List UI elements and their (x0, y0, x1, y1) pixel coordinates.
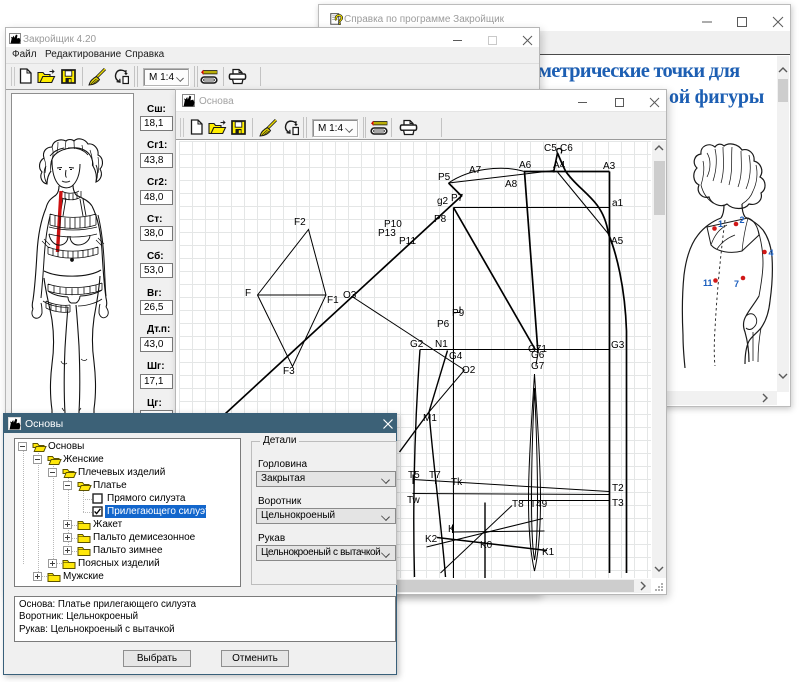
svg-text:T49: T49 (530, 499, 548, 510)
svg-text:M1: M1 (423, 413, 437, 424)
svg-text:Tw: Tw (407, 495, 421, 506)
svg-text:P9: P9 (452, 308, 465, 319)
svg-text:A8: A8 (505, 179, 518, 190)
svg-text:G3: G3 (611, 340, 625, 351)
svg-text:P5: P5 (438, 172, 451, 183)
svg-text:4: 4 (769, 248, 774, 258)
svg-text:A7: A7 (469, 165, 482, 176)
svg-text:P11: P11 (399, 236, 416, 247)
svg-text:K0: K0 (480, 540, 493, 551)
svg-text:G7: G7 (531, 361, 545, 372)
svg-text:K1: K1 (542, 547, 555, 558)
svg-text:K2: K2 (425, 534, 438, 545)
svg-text:N1: N1 (435, 339, 448, 350)
svg-text:A3: A3 (603, 161, 616, 172)
svg-text:a1: a1 (612, 198, 624, 209)
svg-text:T5: T5 (408, 470, 420, 481)
svg-text:A5: A5 (611, 236, 624, 247)
svg-text:1: 1 (718, 219, 723, 229)
svg-text:g2: g2 (437, 196, 449, 207)
svg-text:P6: P6 (437, 319, 450, 330)
svg-text:F: F (245, 288, 251, 299)
svg-text:T7: T7 (429, 470, 441, 481)
svg-text:T8: T8 (512, 499, 524, 510)
svg-text:F1: F1 (327, 295, 339, 306)
svg-text:F3: F3 (283, 366, 295, 377)
svg-text:G6: G6 (531, 350, 545, 361)
svg-text:Tk: Tk (451, 477, 463, 488)
svg-text:G4: G4 (449, 351, 463, 362)
svg-text:A4: A4 (553, 160, 566, 171)
svg-text:F2: F2 (294, 217, 306, 228)
svg-text:11: 11 (703, 278, 713, 288)
svg-text:O2: O2 (462, 365, 476, 376)
svg-text:P13: P13 (378, 228, 396, 239)
svg-text:2: 2 (740, 215, 745, 225)
svg-text:G2: G2 (410, 339, 424, 350)
svg-text:A6: A6 (519, 160, 532, 171)
svg-text:P8: P8 (434, 214, 447, 225)
svg-text:C6: C6 (560, 143, 573, 154)
svg-text:K: K (448, 524, 455, 535)
svg-text:T2: T2 (612, 483, 624, 494)
svg-text:O3: O3 (343, 290, 357, 301)
svg-text:T3: T3 (612, 498, 624, 509)
svg-text:7: 7 (734, 279, 739, 289)
svg-text:P7: P7 (451, 193, 464, 204)
svg-text:C5: C5 (544, 143, 557, 154)
